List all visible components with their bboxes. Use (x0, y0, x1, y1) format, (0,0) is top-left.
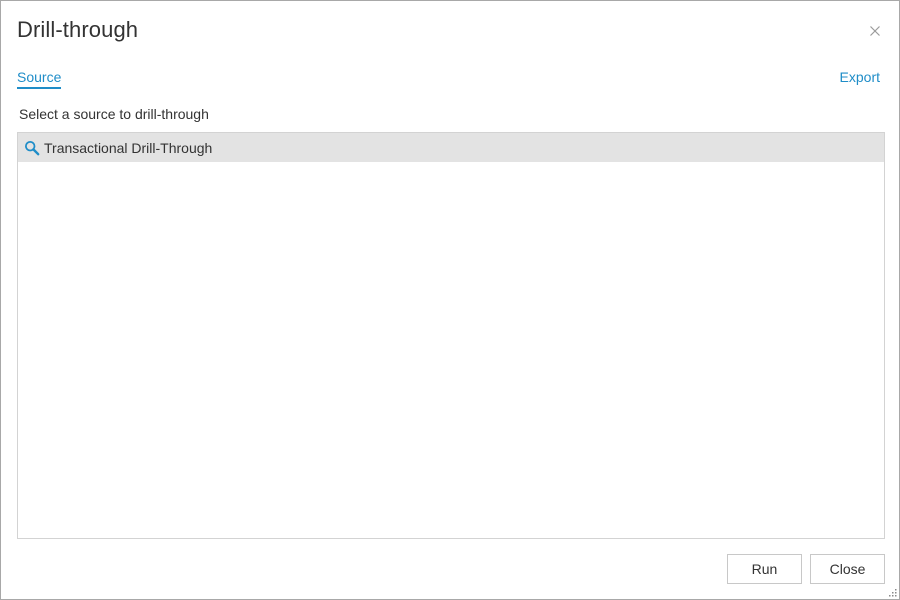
list-item-transactional-drill-through[interactable]: Transactional Drill-Through (18, 133, 884, 162)
close-button[interactable]: Close (810, 554, 885, 584)
search-icon (24, 140, 40, 156)
close-icon[interactable] (867, 23, 883, 39)
instruction-text: Select a source to drill-through (19, 106, 209, 122)
resize-grip-icon[interactable] (888, 588, 898, 598)
list-item-label: Transactional Drill-Through (44, 139, 213, 156)
dialog-title: Drill-through (17, 17, 139, 42)
source-list[interactable]: Transactional Drill-Through (17, 132, 885, 539)
run-button[interactable]: Run (727, 554, 802, 584)
drill-through-dialog: Drill-through Source Export Select a sou… (0, 0, 900, 600)
tab-export[interactable]: Export (840, 69, 880, 85)
tab-source[interactable]: Source (17, 69, 62, 89)
